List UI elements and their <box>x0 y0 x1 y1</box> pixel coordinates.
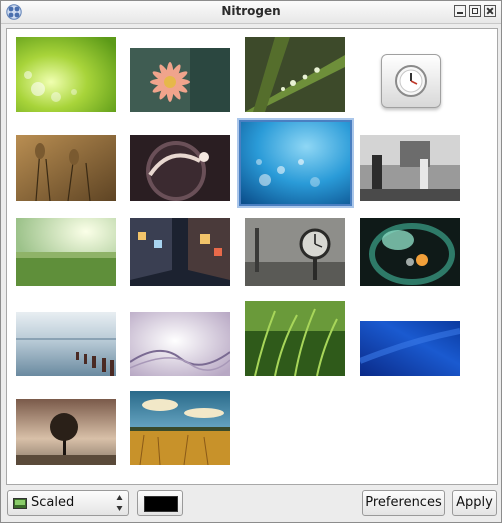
night-street-wallpaper[interactable] <box>130 218 230 286</box>
dry-grass-wallpaper[interactable] <box>16 135 116 201</box>
clock-icon <box>395 65 427 97</box>
minimize-icon[interactable] <box>454 5 466 17</box>
lone-tree-wallpaper[interactable] <box>16 399 116 465</box>
green-grass-blades-wallpaper[interactable] <box>245 301 345 376</box>
wheat-field-sky-wallpaper[interactable] <box>130 391 230 465</box>
bubble-macro-wallpaper[interactable] <box>130 135 230 201</box>
background-color-button[interactable] <box>137 490 183 516</box>
bw-street-photo-wallpaper[interactable] <box>360 135 460 201</box>
close-icon[interactable] <box>484 5 496 17</box>
window-title: Nitrogen <box>221 4 281 18</box>
updown-arrows-icon <box>116 495 123 511</box>
teal-ring-abstract-wallpaper[interactable] <box>360 218 460 286</box>
blue-gradient-wallpaper[interactable] <box>360 321 460 376</box>
preferences-button[interactable]: Preferences <box>362 490 445 516</box>
green-bokeh-wallpaper[interactable] <box>16 37 116 112</box>
pink-flower-wallpaper[interactable] <box>130 48 230 112</box>
maximize-icon[interactable] <box>469 5 481 17</box>
title-bar[interactable]: Nitrogen <box>1 1 501 24</box>
green-meadow-sunlight-wallpaper[interactable] <box>16 218 116 286</box>
display-icon <box>13 498 27 509</box>
background-color-swatch <box>144 496 178 512</box>
display-mode-select[interactable]: Scaled <box>7 490 129 516</box>
clock-app-icon[interactable] <box>381 54 441 108</box>
street-clock-wallpaper[interactable] <box>245 218 345 286</box>
apply-button[interactable]: Apply <box>452 490 497 516</box>
grass-dewdrops-wallpaper[interactable] <box>245 37 345 112</box>
blue-bokeh-wallpaper[interactable] <box>239 120 352 206</box>
wallpaper-thumbnail-grid[interactable] <box>6 28 498 485</box>
white-purple-swirl-wallpaper[interactable] <box>130 312 230 376</box>
sea-pier-posts-wallpaper[interactable] <box>16 312 116 376</box>
display-mode-value: Scaled <box>31 495 75 510</box>
nitrogen-window: Nitrogen Scaled Preferences Apply <box>0 0 502 523</box>
